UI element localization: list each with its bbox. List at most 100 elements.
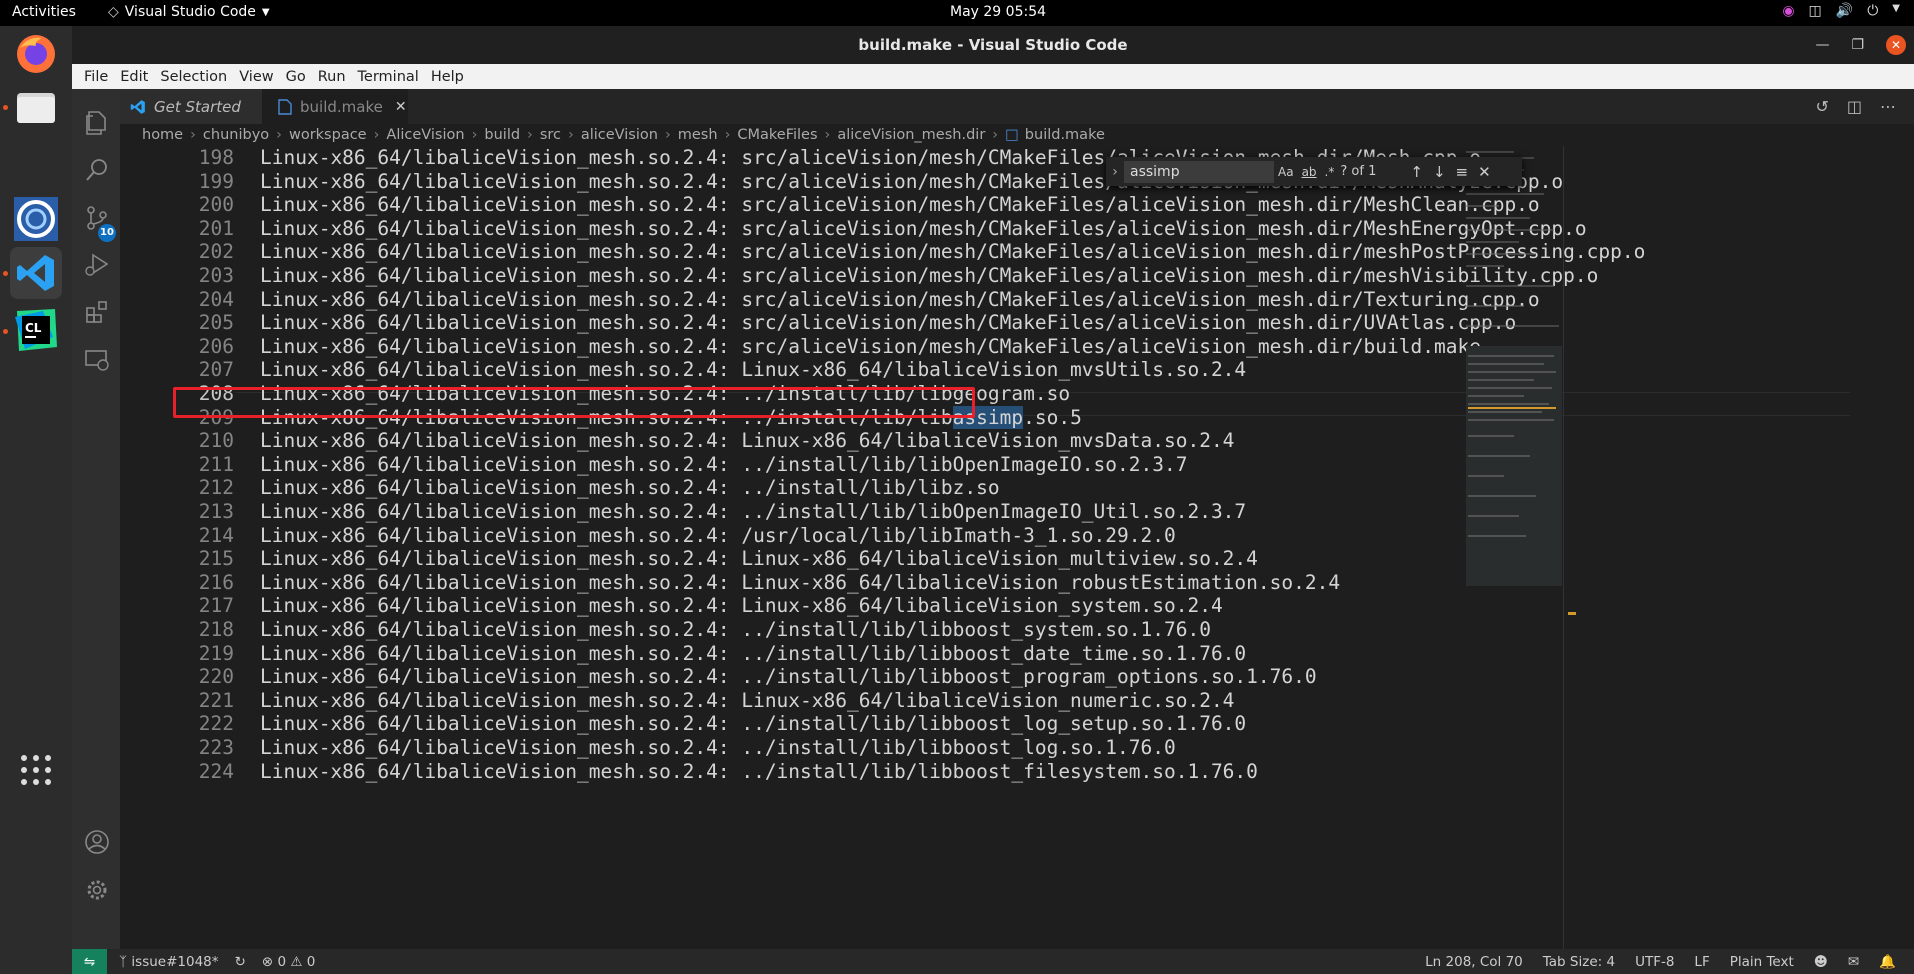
breadcrumb-item[interactable]: workspace <box>289 127 367 143</box>
code-line[interactable]: 221 Linux-x86_64/libaliceVision_mesh.so.2… <box>120 689 1850 713</box>
code-line[interactable]: 215 Linux-x86_64/libaliceVision_mesh.so.2… <box>120 547 1850 571</box>
copilot-icon[interactable]: ☻ <box>1814 954 1828 970</box>
run-debug-icon[interactable] <box>84 251 110 277</box>
color-picker-icon[interactable]: ◉ <box>1782 3 1794 19</box>
vscode-launcher[interactable] <box>10 247 62 299</box>
explorer-icon[interactable] <box>84 109 110 135</box>
feedback-icon[interactable]: ✉ <box>1848 954 1859 970</box>
code-line[interactable]: 207 Linux-x86_64/libaliceVision_mesh.so.2… <box>120 358 1850 382</box>
minimap[interactable] <box>1464 146 1564 626</box>
code-line[interactable]: 224 Linux-x86_64/libaliceVision_mesh.so.2… <box>120 760 1850 784</box>
menu-view[interactable]: View <box>233 69 279 85</box>
activities-button[interactable]: Activities <box>12 4 76 20</box>
language-mode[interactable]: Plain Text <box>1730 954 1794 970</box>
breadcrumb-item[interactable]: build <box>484 127 520 143</box>
search-icon[interactable] <box>84 157 110 183</box>
code-line[interactable]: 218 Linux-x86_64/libaliceVision_mesh.so.2… <box>120 618 1850 642</box>
branch-item[interactable]: ᛉ issue#1048* <box>119 954 219 970</box>
tab-build-make[interactable]: build.make ✕ <box>262 89 408 124</box>
code-line[interactable]: 222 Linux-x86_64/libaliceVision_mesh.so.2… <box>120 712 1850 736</box>
split-editor-icon[interactable]: ◫ <box>1847 97 1862 116</box>
breadcrumb-item[interactable]: src <box>540 127 561 143</box>
files-launcher[interactable] <box>10 81 62 133</box>
vertical-scrollbar[interactable] <box>1563 146 1577 949</box>
end-of-line[interactable]: LF <box>1694 954 1709 970</box>
code-line[interactable]: 223 Linux-x86_64/libaliceVision_mesh.so.2… <box>120 736 1850 760</box>
whole-word-toggle[interactable]: ab <box>1302 165 1317 179</box>
menu-terminal[interactable]: Terminal <box>352 69 425 85</box>
chevron-down-icon[interactable]: ▼ <box>1892 3 1900 19</box>
find-in-selection-icon[interactable]: ≡ <box>1456 163 1469 181</box>
breadcrumb-item[interactable]: home <box>142 127 183 143</box>
code-line[interactable]: 204 Linux-x86_64/libaliceVision_mesh.so.2… <box>120 288 1850 312</box>
breadcrumb-item[interactable]: CMakeFiles <box>737 127 817 143</box>
breadcrumb-item[interactable]: build.make <box>1025 127 1105 143</box>
menu-edit[interactable]: Edit <box>114 69 154 85</box>
arrow-up-icon[interactable]: ↑ <box>1410 163 1423 181</box>
sync-icon[interactable]: ↻ <box>235 954 246 970</box>
code-line[interactable]: 211 Linux-x86_64/libaliceVision_mesh.so.2… <box>120 453 1850 477</box>
maximize-icon[interactable]: ❐ <box>1851 26 1864 64</box>
code-editor[interactable]: 198 Linux-x86_64/libaliceVision_mesh.so.2… <box>120 146 1850 949</box>
code-line[interactable]: 199 Linux-x86_64/libaliceVision_mesh.so.2… <box>120 170 1850 194</box>
remote-indicator[interactable]: ⇋ <box>72 949 107 974</box>
close-icon[interactable]: ✕ <box>395 99 407 115</box>
app-menu[interactable]: ◇ Visual Studio Code ▼ <box>108 4 270 20</box>
code-line[interactable]: 201 Linux-x86_64/libaliceVision_mesh.so.2… <box>120 217 1850 241</box>
code-line[interactable]: 216 Linux-x86_64/libaliceVision_mesh.so.2… <box>120 571 1850 595</box>
power-icon[interactable]: ⏻ <box>1867 3 1878 19</box>
tab-get-started[interactable]: Get Started <box>120 89 262 124</box>
code-line[interactable]: 219 Linux-x86_64/libaliceVision_mesh.so.2… <box>120 642 1850 666</box>
bell-icon[interactable]: 🔔 <box>1879 954 1896 970</box>
volume-icon[interactable]: 🔊 <box>1836 3 1853 19</box>
breadcrumb-item[interactable]: AliceVision <box>386 127 464 143</box>
close-icon[interactable]: ✕ <box>1478 163 1491 181</box>
code-line[interactable]: 202 Linux-x86_64/libaliceVision_mesh.so.2… <box>120 240 1850 264</box>
source-control-item[interactable]: 10 <box>72 201 120 249</box>
problems-item[interactable]: ⊗ 0 ⚠ 0 <box>262 954 316 970</box>
encoding[interactable]: UTF-8 <box>1635 954 1674 970</box>
more-actions-icon[interactable]: ⋯ <box>1880 97 1896 116</box>
clion-launcher[interactable]: CL <box>10 304 62 356</box>
breadcrumb-item[interactable]: aliceVision <box>581 127 658 143</box>
account-icon[interactable] <box>84 829 110 855</box>
menu-selection[interactable]: Selection <box>154 69 233 85</box>
extensions-icon[interactable] <box>84 299 110 325</box>
code-line[interactable]: 213 Linux-x86_64/libaliceVision_mesh.so.2… <box>120 500 1850 524</box>
close-window-button[interactable]: ✕ <box>1886 35 1906 55</box>
gear-icon[interactable] <box>84 877 110 903</box>
menu-go[interactable]: Go <box>280 69 312 85</box>
breadcrumb-item[interactable]: aliceVision_mesh.dir <box>837 127 985 143</box>
timeline-icon[interactable]: ↺ <box>1815 97 1828 116</box>
code-line[interactable]: 220 Linux-x86_64/libaliceVision_mesh.so.2… <box>120 665 1850 689</box>
code-line[interactable]: 198 Linux-x86_64/libaliceVision_mesh.so.2… <box>120 146 1850 170</box>
code-line[interactable]: 203 Linux-x86_64/libaliceVision_mesh.so.2… <box>120 264 1850 288</box>
code-line[interactable]: 200 Linux-x86_64/libaliceVision_mesh.so.2… <box>120 193 1850 217</box>
menu-file[interactable]: File <box>78 69 114 85</box>
breadcrumb-item[interactable]: chunibyo <box>203 127 269 143</box>
firefox-launcher[interactable] <box>10 28 62 80</box>
network-icon[interactable]: ◫ <box>1809 3 1822 19</box>
arrow-down-icon[interactable]: ↓ <box>1433 163 1446 181</box>
window-titlebar[interactable]: build.make - Visual Studio Code — ❐ ✕ <box>72 26 1914 64</box>
minimize-icon[interactable]: — <box>1815 26 1829 64</box>
code-line[interactable]: 206 Linux-x86_64/libaliceVision_mesh.so.2… <box>120 335 1850 359</box>
clock[interactable]: May 29 05:54 <box>950 4 1046 20</box>
remote-explorer-icon[interactable] <box>84 347 110 373</box>
regex-toggle[interactable]: .* <box>1325 165 1335 179</box>
show-applications-button[interactable] <box>10 744 62 796</box>
code-line[interactable]: 212 Linux-x86_64/libaliceVision_mesh.so.2… <box>120 476 1850 500</box>
cursor-position[interactable]: Ln 208, Col 70 <box>1425 954 1523 970</box>
code-line[interactable]: 205 Linux-x86_64/libaliceVision_mesh.so.2… <box>120 311 1850 335</box>
system-tray[interactable]: ◉ ◫ 🔊 ⏻ ▼ <box>1782 3 1900 19</box>
code-line[interactable]: 210 Linux-x86_64/libaliceVision_mesh.so.2… <box>120 429 1850 453</box>
code-line[interactable]: 214 Linux-x86_64/libaliceVision_mesh.so.2… <box>120 524 1850 548</box>
menu-help[interactable]: Help <box>425 69 470 85</box>
menu-run[interactable]: Run <box>312 69 352 85</box>
codeblocks-launcher[interactable] <box>10 193 62 245</box>
breadcrumb-item[interactable]: mesh <box>678 127 718 143</box>
toggle-replace-icon[interactable]: › <box>1106 164 1124 180</box>
find-input[interactable] <box>1124 160 1274 183</box>
match-case-toggle[interactable]: Aa <box>1278 165 1294 179</box>
tab-size[interactable]: Tab Size: 4 <box>1543 954 1615 970</box>
